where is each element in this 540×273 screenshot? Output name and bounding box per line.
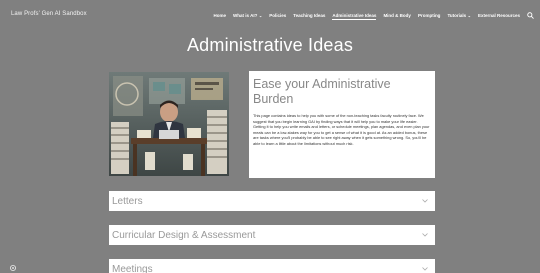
gear-icon [9,264,17,272]
search-button[interactable] [526,11,534,19]
nav-policies-label: Policies [269,12,287,18]
nav-mind-body[interactable]: Mind & Body [383,13,411,18]
nav-mind-body-label: Mind & Body [383,12,411,18]
site-title[interactable]: Law Profs' Gen AI Sandbox [11,11,87,17]
chevron-down-icon: ⌄ [467,12,471,18]
nav-policies[interactable]: Policies [269,13,286,18]
nav-teaching-ideas[interactable]: Teaching Ideas [293,13,325,18]
nav-external-resources-label: External Resources [477,12,520,18]
nav-tutorials-label: Tutorials [447,12,467,18]
accordion-meetings[interactable]: Meetings [109,259,435,273]
nav-administrative-ideas-label: Administrative Ideas [332,12,377,18]
chevron-down-icon: ⌄ [258,12,263,18]
chevron-down-icon [421,265,429,273]
accordion-label: Curricular Design & Assessment [112,229,256,241]
nav-what-is-ai-label: What is AI? [233,12,258,18]
accordion-label: Meetings [112,263,153,273]
nav-home[interactable]: Home [214,13,227,18]
accordion-letters[interactable]: Letters [109,191,435,211]
nav-external-resources[interactable]: External Resources [478,13,520,18]
nav-teaching-ideas-label: Teaching Ideas [293,12,326,18]
accordion-curricular-design[interactable]: Curricular Design & Assessment [109,225,435,245]
nav-prompting[interactable]: Prompting [418,13,441,18]
chevron-down-icon [421,197,429,205]
nav-administrative-ideas[interactable]: Administrative Ideas [332,12,377,20]
intro-heading: Ease your Administrative Burden [253,77,391,106]
page-title: Administrative Ideas [186,35,354,55]
illustration-image [109,72,229,176]
nav-tutorials[interactable]: Tutorials ⌄ [447,13,471,18]
accordion-label: Letters [112,195,143,207]
nav-what-is-ai[interactable]: What is AI? ⌄ [233,13,262,18]
settings-button[interactable] [9,259,17,272]
intro-card: Ease your Administrative Burden This pag… [249,71,435,178]
nav-home-label: Home [213,12,227,18]
nav-prompting-label: Prompting [417,12,441,18]
hero-illustration-office-worker [109,72,229,176]
search-icon [526,11,534,19]
intro-body: This page contains ideas to help you wit… [253,113,430,146]
chevron-down-icon [421,231,429,239]
main-nav: Home What is AI? ⌄ Policies Teaching Idea… [207,11,535,20]
top-navigation-bar: Law Profs' Gen AI Sandbox Home What is A… [0,0,540,30]
